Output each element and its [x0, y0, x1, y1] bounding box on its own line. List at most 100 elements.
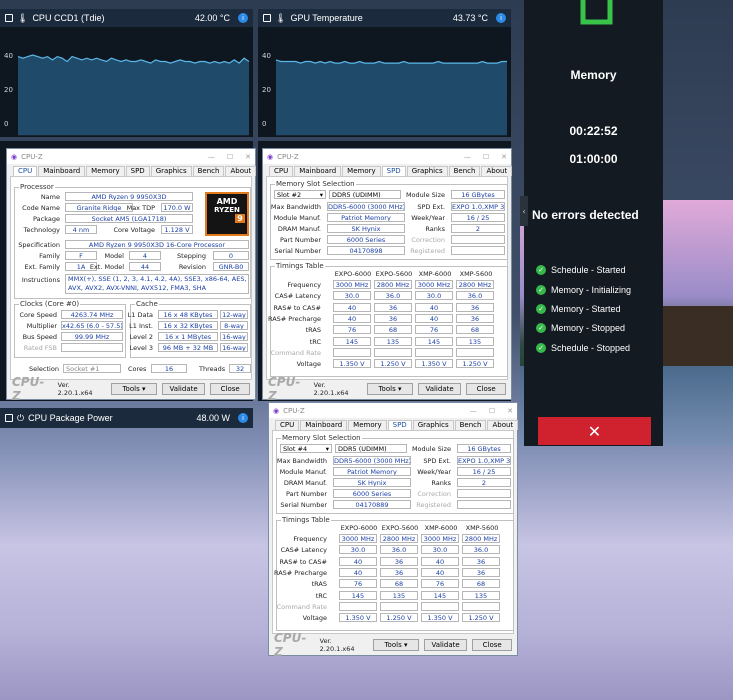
title-bar: ◉ CPU-Z — ☐ ✕: [269, 403, 517, 418]
serial-value: 04170889: [333, 500, 411, 509]
maximize-button[interactable]: ☐: [227, 153, 233, 161]
tab-graphics[interactable]: Graphics: [150, 166, 192, 176]
validate-button[interactable]: Validate: [161, 383, 206, 395]
tab-mainboard[interactable]: Mainboard: [300, 420, 348, 430]
stop-test-button[interactable]: ✕: [538, 417, 651, 445]
window-title: CPU-Z: [277, 152, 299, 161]
ranks-value: 2: [457, 478, 511, 487]
timing-cell: 2800 MHz: [456, 280, 494, 289]
tab-bench[interactable]: Bench: [454, 420, 487, 430]
timing-row-label: CAS# Latency: [280, 546, 327, 555]
tab-mainboard[interactable]: Mainboard: [38, 166, 86, 176]
test-status: No errors detected: [532, 208, 639, 222]
revision-label: Revision: [178, 263, 206, 271]
info-icon[interactable]: i: [238, 413, 248, 423]
timing-row-label: CAS# Latency: [274, 292, 321, 301]
tab-graphics[interactable]: Graphics: [406, 166, 448, 176]
tools-button[interactable]: Tools ▾: [367, 383, 413, 395]
close-button[interactable]: Close: [210, 383, 250, 395]
profile-column-header: EXPO-6000: [334, 270, 372, 278]
tools-button[interactable]: Tools ▾: [373, 639, 419, 651]
close-button[interactable]: Close: [466, 383, 506, 395]
close-window-button[interactable]: ✕: [501, 153, 507, 161]
minimize-button[interactable]: —: [470, 407, 477, 415]
cpuz-window-spd-slot2: ◉ CPU-Z — ☐ ✕ CPU Mainboard Memory SPD Graphics B…: [262, 148, 513, 403]
version-label: Ver. 2.20.1.x64: [57, 381, 93, 397]
ranks-label: Ranks: [431, 479, 451, 487]
tab-spd[interactable]: SPD: [381, 166, 406, 176]
tab-memory[interactable]: Memory: [342, 166, 381, 176]
slot-select[interactable]: Slot #4 ▾: [280, 444, 332, 453]
timing-cell: 30.0: [421, 545, 459, 555]
collapse-button[interactable]: ‹: [520, 196, 528, 226]
timing-row-label: RAS# to CAS#: [273, 303, 322, 312]
registered-label: Registered: [410, 247, 445, 255]
tab-memory[interactable]: Memory: [348, 420, 387, 430]
max-bw-label: Max Bandwidth: [270, 203, 321, 211]
tab-bench[interactable]: Bench: [448, 166, 481, 176]
timing-cell: 1.250 V: [380, 613, 418, 623]
timing-cell: 40: [421, 567, 459, 577]
module-type-value: DDR5 (UDIMM): [335, 444, 407, 453]
close-button[interactable]: Close: [472, 639, 512, 651]
timing-cell: 30.0: [415, 291, 453, 301]
timing-cell: [421, 601, 459, 611]
minimize-button[interactable]: —: [464, 153, 471, 161]
timing-cell: 1.250 V: [374, 359, 412, 369]
wallpaper-house: [662, 306, 733, 366]
slot-select[interactable]: Slot #2 ▾: [274, 190, 326, 199]
timing-cell: [415, 347, 453, 357]
tab-about[interactable]: About: [487, 420, 519, 430]
socket-select[interactable]: Socket #1: [63, 364, 121, 373]
tab-spd[interactable]: SPD: [125, 166, 150, 176]
package-label: Package: [33, 215, 60, 223]
timing-cell: 76: [333, 325, 371, 335]
bottom-bar: CPU-Z Ver. 2.20.1.x64 Tools ▾ Validate C…: [7, 375, 255, 403]
timing-row-label: RAS# to CAS#: [279, 557, 328, 566]
tab-cpu[interactable]: CPU: [13, 166, 38, 176]
bottom-bar: CPU-Z Ver. 2.20.1.x64 Tools ▾ Validate C…: [269, 631, 517, 659]
validate-button[interactable]: Validate: [417, 383, 462, 395]
part-value: 6000 Series: [333, 489, 411, 498]
tab-bench[interactable]: Bench: [192, 166, 225, 176]
cpuz-window-cpu: ◉ CPU-Z — ☐ ✕ CPU Mainboard Memory SPD Graph…: [6, 148, 257, 403]
event-item: ✓ Memory - Initializing: [536, 285, 631, 295]
sensor-panel-gpu-temp: 🌡 GPU Temperature 43.73 °C i 40 20 0: [258, 9, 511, 137]
panel-icon: [263, 14, 271, 22]
info-icon[interactable]: i: [496, 13, 506, 23]
tab-cpu[interactable]: CPU: [275, 420, 300, 430]
info-icon[interactable]: i: [238, 13, 248, 23]
maximize-button[interactable]: ☐: [483, 153, 489, 161]
tab-about[interactable]: About: [225, 166, 257, 176]
timing-cell: 135: [456, 336, 494, 346]
package-value: Socket AM5 (LGA1718): [65, 214, 193, 223]
validate-button[interactable]: Validate: [423, 639, 468, 651]
tab-cpu[interactable]: CPU: [269, 166, 294, 176]
tab-spd[interactable]: SPD: [387, 420, 412, 430]
minimize-button[interactable]: —: [208, 153, 215, 161]
instructions-label: Instructions: [21, 276, 60, 284]
tab-about[interactable]: About: [481, 166, 513, 176]
timing-cell: 36: [456, 302, 494, 312]
panel-icon: [5, 14, 13, 22]
ryzen-text: RYZEN: [214, 206, 240, 214]
dram-label: DRAM Manuf.: [283, 479, 327, 487]
tab-mainboard[interactable]: Mainboard: [294, 166, 342, 176]
slot-value: Slot #2: [277, 191, 302, 199]
timing-row-label: tRAS: [305, 326, 321, 335]
timing-cell: 36: [456, 313, 494, 323]
tab-memory[interactable]: Memory: [86, 166, 125, 176]
l2-value: 16 x 1 MBytes: [158, 332, 218, 341]
module-size-label: Module Size: [405, 191, 445, 199]
close-window-button[interactable]: ✕: [245, 153, 251, 161]
tools-button[interactable]: Tools ▾: [111, 383, 157, 395]
timing-cell: 68: [374, 325, 412, 335]
dram-value: SK Hynix: [327, 224, 405, 233]
maximize-button[interactable]: ☐: [489, 407, 495, 415]
close-window-button[interactable]: ✕: [507, 407, 513, 415]
sensor-panel-header: 🌡 CPU CCD1 (Tdie) 42.00 °C i: [0, 9, 253, 27]
timing-cell: [333, 347, 371, 357]
tab-graphics[interactable]: Graphics: [412, 420, 454, 430]
event-item: ✓ Memory - Started: [536, 304, 621, 314]
timing-row-label: Frequency: [287, 281, 321, 289]
